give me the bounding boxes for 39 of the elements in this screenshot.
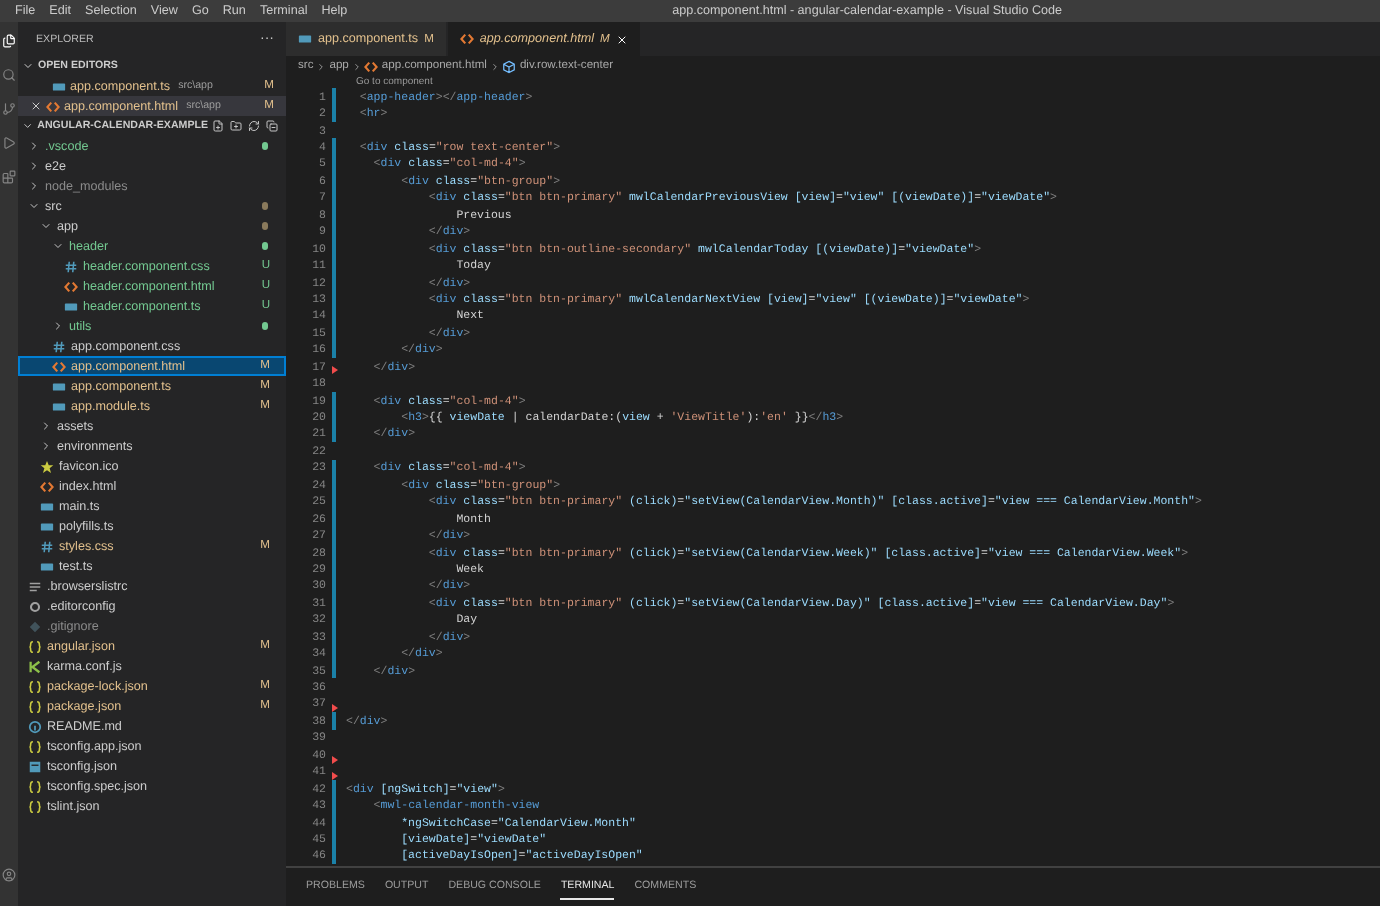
curly-braces-icon <box>28 779 42 793</box>
hash-icon <box>64 259 78 273</box>
close-icon[interactable] <box>30 100 42 112</box>
curly-braces-icon <box>28 799 42 813</box>
diamond-icon <box>28 619 42 633</box>
chevron-icon <box>22 60 34 72</box>
new-file-icon[interactable] <box>212 120 224 132</box>
hash-icon <box>40 539 54 553</box>
curly-braces-icon <box>28 699 42 713</box>
chevron-icon <box>351 61 362 71</box>
code-brackets-icon <box>459 32 474 46</box>
curly-braces-icon <box>28 739 42 753</box>
gear-icon <box>28 599 42 613</box>
new-folder-icon[interactable] <box>230 120 242 132</box>
collapse-icon[interactable] <box>266 120 278 132</box>
text-lines-icon <box>28 579 42 593</box>
branch-icon[interactable] <box>2 102 16 116</box>
star-icon <box>40 459 54 473</box>
code-brackets-icon <box>46 99 60 113</box>
curly-braces-icon <box>28 679 42 693</box>
account-icon[interactable] <box>2 868 16 882</box>
refresh-icon[interactable] <box>248 120 260 132</box>
curly-braces-icon <box>28 639 42 653</box>
code-brackets-icon <box>40 479 54 493</box>
hash-icon <box>52 339 66 353</box>
play-icon[interactable] <box>2 136 16 150</box>
chevron-icon <box>316 61 327 71</box>
code-brackets-icon <box>364 59 379 73</box>
chevron-icon <box>22 120 34 132</box>
info-icon <box>28 719 42 733</box>
blocks-icon[interactable] <box>2 170 16 184</box>
search-icon[interactable] <box>2 68 16 82</box>
config-file-icon <box>28 759 42 773</box>
code-brackets-icon <box>64 279 78 293</box>
chevron-icon <box>489 61 500 71</box>
code-brackets-icon <box>52 359 66 373</box>
cube-icon <box>502 59 517 73</box>
files-icon[interactable] <box>2 34 16 48</box>
k-shape-icon <box>28 659 42 673</box>
